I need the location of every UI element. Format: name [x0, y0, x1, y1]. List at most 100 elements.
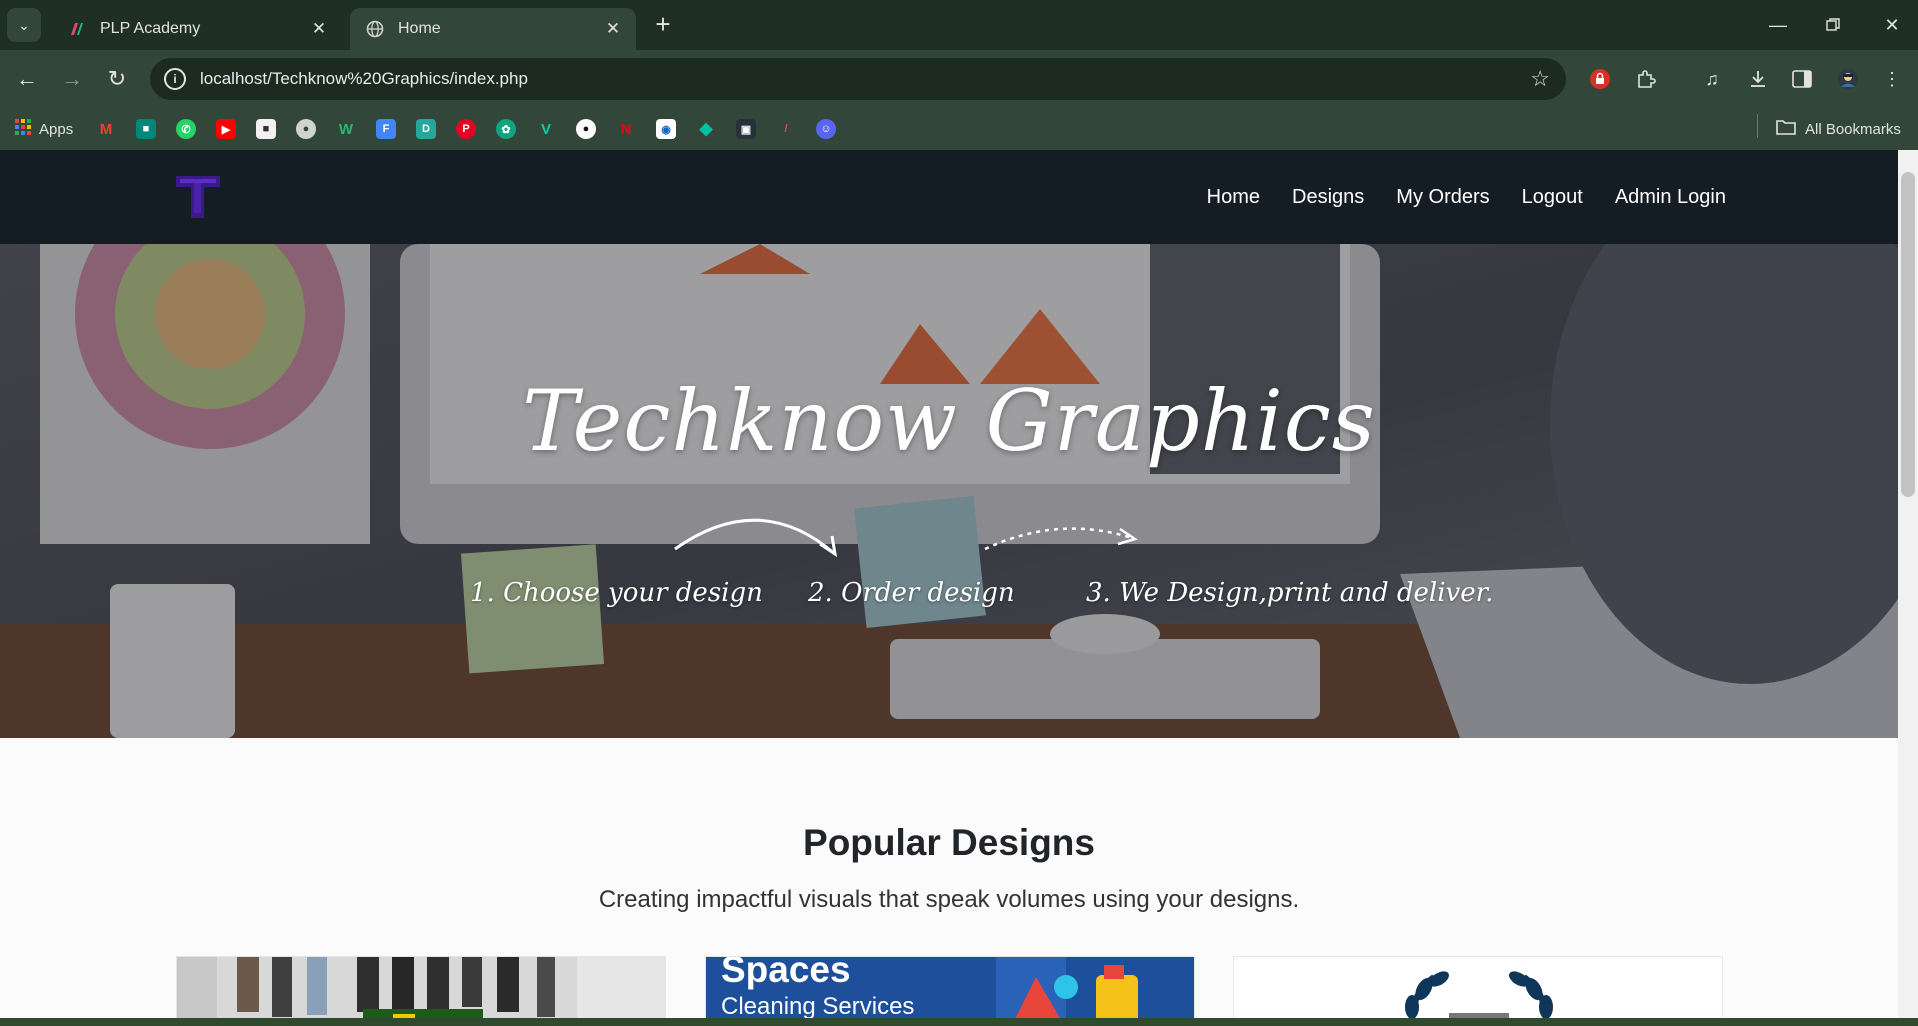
bookmark-meet[interactable]: ■ — [136, 118, 156, 140]
bookmark-tablet[interactable]: ▣ — [736, 118, 756, 140]
tab-plp-academy[interactable]: PLP Academy ✕ — [52, 8, 342, 50]
hero-step-3: 3. We Design,print and deliver. — [1086, 578, 1494, 608]
scrollbar-thumb[interactable] — [1901, 172, 1915, 497]
bookmark-forms[interactable]: F — [376, 118, 396, 140]
bookmark-docs[interactable]: D — [416, 118, 436, 140]
apps-grid-icon — [14, 118, 32, 140]
gmail-icon: M — [99, 120, 113, 138]
github-icon: ● — [576, 119, 596, 139]
whatsapp-icon: ✆ — [176, 119, 196, 139]
new-tab-button[interactable]: + — [650, 11, 676, 38]
youtube-icon: ▶ — [216, 119, 236, 139]
techknow-logo[interactable] — [172, 170, 224, 222]
nav-my-orders[interactable]: My Orders — [1396, 186, 1489, 209]
bookmark-netflix[interactable]: N — [616, 118, 636, 140]
photo-icon: ■ — [256, 119, 276, 139]
bookmark-dribbble[interactable]: ◉ — [656, 118, 676, 140]
tab-title: PLP Academy — [100, 20, 201, 37]
bookmark-globe[interactable]: ● — [296, 118, 316, 140]
group-photo-design-image — [177, 957, 665, 1026]
forward-arrow-icon[interactable]: → — [57, 64, 87, 94]
all-bookmarks-button[interactable]: All Bookmarks — [1776, 118, 1901, 140]
media-control-icon[interactable]: ♫ — [1698, 65, 1726, 93]
plp-favicon-icon — [68, 20, 86, 38]
bookmark-photo[interactable]: ■ — [256, 118, 276, 140]
all-bookmarks-label: All Bookmarks — [1805, 120, 1901, 138]
globe-icon: ● — [296, 119, 316, 139]
bookmark-github[interactable]: ● — [576, 118, 596, 140]
card-2-heading: Spaces — [721, 956, 851, 990]
vectary-icon: V — [540, 120, 551, 138]
bookmark-pinterest[interactable]: P — [456, 118, 476, 140]
popular-designs-title: Popular Designs — [803, 822, 1095, 863]
close-icon[interactable]: ✕ — [602, 18, 624, 40]
globe-icon — [366, 20, 384, 38]
restore-icon[interactable] — [1818, 10, 1848, 40]
design-card-1[interactable] — [176, 956, 666, 1026]
hero-step-1: 1. Choose your design — [470, 578, 763, 608]
taskbar-edge — [0, 1018, 1918, 1026]
design-card-2[interactable]: Spaces Cleaning Services — [705, 956, 1195, 1026]
download-icon[interactable] — [1744, 65, 1772, 93]
discord-icon: ☺ — [816, 119, 836, 139]
site-nav-links: Home Designs My Orders Logout Admin Logi… — [1207, 150, 1726, 244]
bookmark-whatsapp[interactable]: ✆ — [176, 118, 196, 140]
laurel-emblem-icon — [1234, 957, 1722, 1026]
card-2-subheading: Cleaning Services — [721, 993, 915, 1020]
apps-label: Apps — [39, 120, 74, 138]
apps-bookmark[interactable]: Apps — [14, 118, 73, 140]
bookmark-gmail[interactable]: M — [96, 118, 116, 140]
bookmark-youtube[interactable]: ▶ — [216, 118, 236, 140]
nav-admin-login[interactable]: Admin Login — [1615, 186, 1726, 209]
bookmark-webflow[interactable]: W — [336, 118, 356, 140]
site-navbar: Home Designs My Orders Logout Admin Logi… — [0, 150, 1898, 244]
back-arrow-icon[interactable]: ← — [12, 64, 42, 94]
meet-icon: ■ — [136, 119, 156, 139]
reload-icon[interactable]: ↻ — [102, 64, 132, 94]
close-icon[interactable]: ✕ — [308, 18, 330, 40]
page-viewport: Home Designs My Orders Logout Admin Logi… — [0, 150, 1918, 1026]
bookmark-vectary[interactable]: V — [536, 118, 556, 140]
nav-home[interactable]: Home — [1207, 186, 1260, 209]
side-panel-icon[interactable] — [1788, 65, 1816, 93]
forms-icon: F — [376, 119, 396, 139]
url-text[interactable]: localhost/Techknow%20Graphics/index.php — [200, 69, 528, 89]
webflow-icon: W — [338, 120, 354, 138]
bookmark-chatgpt[interactable]: ✿ — [496, 118, 516, 140]
tab-home[interactable]: Home ✕ — [350, 8, 636, 50]
chevron-down-icon: ⌄ — [18, 16, 30, 33]
plp-favicon-icon: / — [784, 123, 788, 135]
address-bar[interactable]: i localhost/Techknow%20Graphics/index.ph… — [150, 58, 1566, 100]
site-info-icon[interactable]: i — [164, 68, 186, 90]
page-scrollbar[interactable] — [1898, 150, 1918, 1026]
extensions-puzzle-icon[interactable] — [1632, 65, 1660, 93]
tab-search-button[interactable]: ⌄ — [7, 8, 41, 42]
bookmark-plp[interactable]: / — [776, 118, 796, 140]
bookmarks-divider — [1757, 114, 1758, 138]
browser-toolbar: ← → ↻ i localhost/Techknow%20Graphics/in… — [0, 50, 1918, 108]
docs-icon: D — [416, 119, 436, 139]
hero-background-image — [0, 244, 1898, 738]
bookmark-star-icon[interactable]: ☆ — [1530, 66, 1550, 92]
minimize-icon[interactable]: — — [1763, 10, 1793, 40]
design-card-3[interactable] — [1233, 956, 1723, 1026]
nav-logout[interactable]: Logout — [1522, 186, 1583, 209]
hero-banner: Techknow Graphics 1. Choose your design … — [0, 244, 1898, 738]
profile-avatar-icon[interactable] — [1834, 65, 1862, 93]
bookmarks-bar: Apps M ■ ✆ ▶ ■ ● W F D P ✿ V ● N ◉ ◆ ▣ /… — [0, 108, 1918, 150]
bookmark-discord[interactable]: ☺ — [816, 118, 836, 140]
extension-lock-icon[interactable] — [1586, 65, 1614, 93]
diamond-icon: ◆ — [699, 119, 713, 138]
bookmark-diamond[interactable]: ◆ — [696, 118, 716, 140]
window-close-icon[interactable]: ✕ — [1877, 10, 1907, 40]
netflix-icon: N — [620, 120, 632, 138]
nav-designs[interactable]: Designs — [1292, 186, 1364, 209]
menu-kebab-icon[interactable]: ⋮ — [1878, 65, 1906, 93]
pinterest-icon: P — [456, 119, 476, 139]
folder-icon — [1776, 119, 1796, 139]
chatgpt-icon: ✿ — [496, 119, 516, 139]
hero-title: Techknow Graphics — [522, 372, 1376, 470]
tablet-icon: ▣ — [736, 119, 756, 139]
hero-step-2: 2. Order design — [808, 578, 1015, 608]
popular-designs-subtitle: Creating impactful visuals that speak vo… — [598, 886, 1300, 913]
